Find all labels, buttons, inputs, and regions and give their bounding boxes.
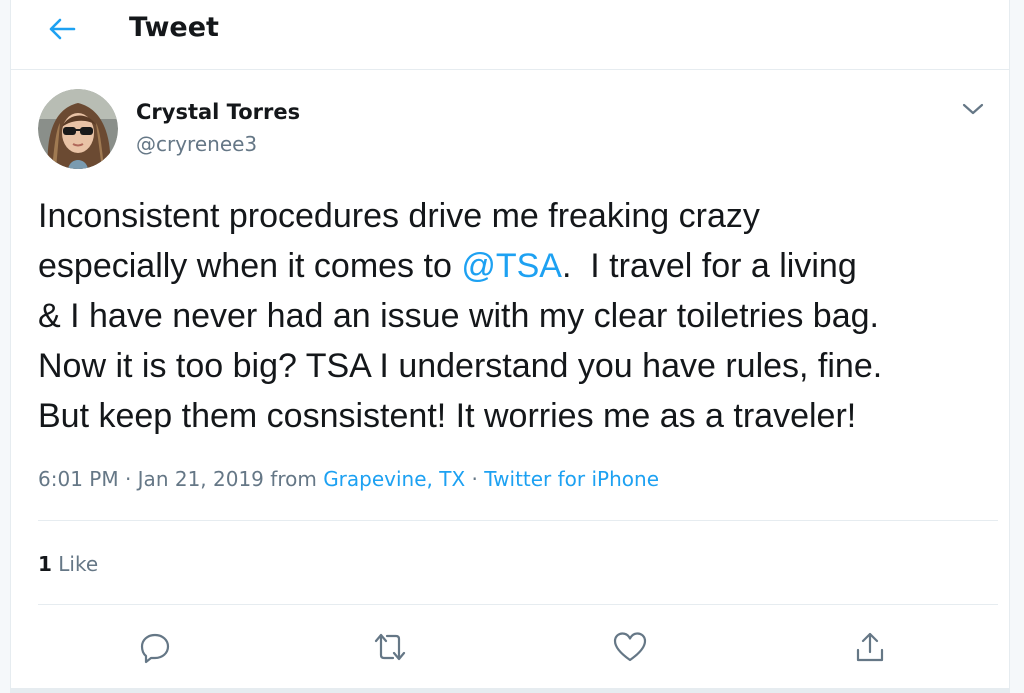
retweet-icon (374, 633, 406, 661)
source-link[interactable]: Twitter for iPhone (484, 467, 659, 491)
tweet-metadata: 6:01 PM · Jan 21, 2019 from Grapevine, T… (38, 465, 659, 493)
location-link[interactable]: Grapevine, TX (323, 467, 465, 491)
reply-icon (140, 633, 170, 664)
arrow-left-icon (49, 18, 76, 40)
chevron-down-icon (962, 103, 984, 115)
bottom-border (11, 688, 1009, 693)
page-header: Tweet (11, 0, 1009, 70)
back-button[interactable] (41, 8, 83, 50)
divider (38, 520, 998, 521)
user-avatar-photo (38, 89, 118, 169)
like-button[interactable] (609, 626, 651, 668)
tweet-text: Inconsistent procedures drive me freakin… (38, 191, 998, 441)
like-count-label: Like (51, 552, 99, 576)
divider (38, 604, 998, 605)
author-handle[interactable]: @cryrenee3 (136, 131, 257, 157)
tweet-page: Tweet Crystal Torres @cryrenee3 Inconsis… (10, 0, 1010, 693)
reply-button[interactable] (134, 626, 176, 668)
share-icon (856, 632, 884, 662)
more-options-button[interactable] (956, 92, 990, 126)
page-title: Tweet (129, 12, 219, 43)
like-count-number: 1 (38, 552, 52, 576)
likes-count[interactable]: 1 Like (38, 550, 98, 578)
retweet-button[interactable] (369, 626, 411, 668)
avatar[interactable] (38, 89, 118, 169)
meta-separator: · (465, 467, 485, 491)
tweet-timestamp[interactable]: 6:01 PM · Jan 21, 2019 (38, 467, 264, 491)
share-button[interactable] (849, 626, 891, 668)
heart-icon (613, 632, 647, 662)
mention-link[interactable]: @TSA (461, 247, 562, 285)
from-label: from (263, 467, 324, 491)
author-display-name[interactable]: Crystal Torres (136, 99, 300, 125)
